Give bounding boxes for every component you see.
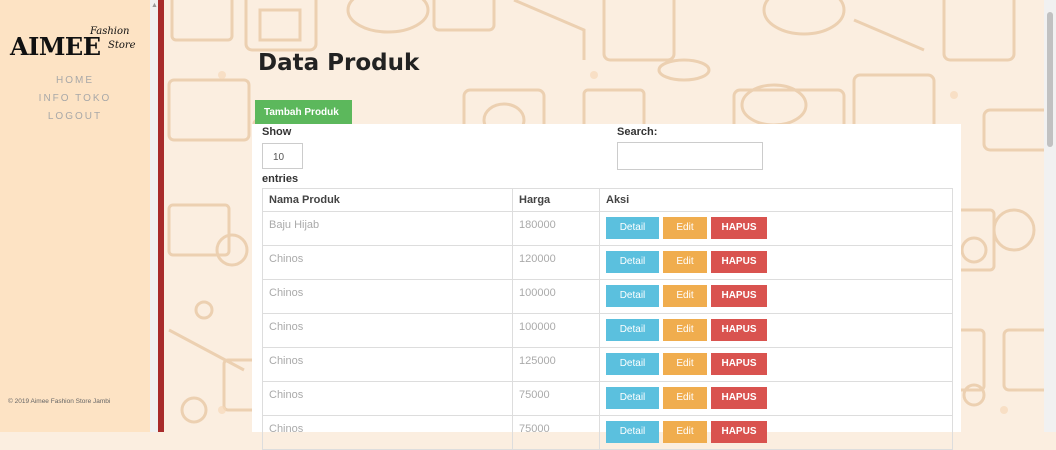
sidebar-footer: © 2019 Aimee Fashion Store Jambi xyxy=(8,398,111,405)
logo-sub-text-2: Store xyxy=(108,40,136,51)
edit-button[interactable]: Edit xyxy=(663,353,707,375)
nav-item-info-toko[interactable]: INFO TOKO xyxy=(0,90,150,108)
entries-label: entries xyxy=(262,173,299,185)
detail-button[interactable]: Detail xyxy=(606,319,659,341)
product-price-cell: 100000 xyxy=(512,313,600,348)
product-name-cell: Chinos xyxy=(262,313,513,348)
search-label: Search: xyxy=(617,126,658,138)
table-row: Chinos 100000 Detail Edit HAPUS xyxy=(262,279,953,314)
detail-button[interactable]: Detail xyxy=(606,217,659,239)
delete-button[interactable]: HAPUS xyxy=(711,387,767,409)
edit-button[interactable]: Edit xyxy=(663,319,707,341)
edit-button[interactable]: Edit xyxy=(663,387,707,409)
product-price-cell: 100000 xyxy=(512,279,600,314)
edit-button[interactable]: Edit xyxy=(663,217,707,239)
product-price-cell: 125000 xyxy=(512,347,600,382)
actions-cell: Detail Edit HAPUS xyxy=(599,211,953,246)
edit-button[interactable]: Edit xyxy=(663,251,707,273)
delete-button[interactable]: HAPUS xyxy=(711,421,767,443)
table-body: Baju Hijab 180000 Detail Edit HAPUS Chinos 120… xyxy=(262,211,953,450)
actions-cell: Detail Edit HAPUS xyxy=(599,347,953,382)
product-price-cell: 75000 xyxy=(512,415,600,450)
search-input[interactable] xyxy=(617,142,763,170)
delete-button[interactable]: HAPUS xyxy=(711,251,767,273)
table-row: Chinos 125000 Detail Edit HAPUS xyxy=(262,347,953,382)
table-row: Chinos 100000 Detail Edit HAPUS xyxy=(262,313,953,348)
column-header-aksi[interactable]: Aksi xyxy=(599,188,953,212)
sidebar-divider xyxy=(158,0,164,432)
page-title: Data Produk xyxy=(258,50,420,76)
entries-select[interactable]: 10 xyxy=(262,143,303,169)
table-header-row: Nama Produk Harga Aksi xyxy=(262,188,953,212)
product-price-cell: 180000 xyxy=(512,211,600,246)
add-product-button[interactable]: Tambah Produk xyxy=(255,100,352,124)
page-scrollbar[interactable] xyxy=(1044,0,1056,432)
logo-main-text: AIMEE xyxy=(10,32,101,61)
column-header-nama-produk[interactable]: Nama Produk xyxy=(262,188,513,212)
table-row: Baju Hijab 180000 Detail Edit HAPUS xyxy=(262,211,953,246)
nav-item-logout[interactable]: LOGOUT xyxy=(0,108,150,126)
product-name-cell: Chinos xyxy=(262,347,513,382)
actions-cell: Detail Edit HAPUS xyxy=(599,245,953,280)
detail-button[interactable]: Detail xyxy=(606,421,659,443)
edit-button[interactable]: Edit xyxy=(663,285,707,307)
product-name-cell: Chinos xyxy=(262,415,513,450)
column-header-harga[interactable]: Harga xyxy=(512,188,600,212)
product-name-cell: Chinos xyxy=(262,279,513,314)
product-name-cell: Chinos xyxy=(262,381,513,416)
table-row: Chinos 75000 Detail Edit HAPUS xyxy=(262,415,953,450)
actions-cell: Detail Edit HAPUS xyxy=(599,415,953,450)
table-row: Chinos 75000 Detail Edit HAPUS xyxy=(262,381,953,416)
product-price-cell: 120000 xyxy=(512,245,600,280)
logo-sub-text-1: Fashion xyxy=(90,26,130,37)
sidebar-scrollbar[interactable]: ▲ xyxy=(150,0,158,432)
nav-item-home[interactable]: HOME xyxy=(0,72,150,90)
delete-button[interactable]: HAPUS xyxy=(711,217,767,239)
show-label: Show xyxy=(262,126,292,138)
edit-button[interactable]: Edit xyxy=(663,421,707,443)
delete-button[interactable]: HAPUS xyxy=(711,319,767,341)
product-price-cell: 75000 xyxy=(512,381,600,416)
detail-button[interactable]: Detail xyxy=(606,251,659,273)
product-table: Nama Produk Harga Aksi Baju Hijab 180000 D… xyxy=(262,188,953,450)
product-name-cell: Baju Hijab xyxy=(262,211,513,246)
delete-button[interactable]: HAPUS xyxy=(711,353,767,375)
sidebar: AIMEE Fashion Store HOME INFO TOKO LOGOU… xyxy=(0,0,158,432)
actions-cell: Detail Edit HAPUS xyxy=(599,381,953,416)
detail-button[interactable]: Detail xyxy=(606,353,659,375)
logo: AIMEE Fashion Store xyxy=(10,26,140,62)
sidebar-nav: HOME INFO TOKO LOGOUT xyxy=(0,72,150,126)
detail-button[interactable]: Detail xyxy=(606,387,659,409)
table-row: Chinos 120000 Detail Edit HAPUS xyxy=(262,245,953,280)
actions-cell: Detail Edit HAPUS xyxy=(599,313,953,348)
actions-cell: Detail Edit HAPUS xyxy=(599,279,953,314)
delete-button[interactable]: HAPUS xyxy=(711,285,767,307)
scroll-up-arrow-icon[interactable]: ▲ xyxy=(151,2,158,9)
product-name-cell: Chinos xyxy=(262,245,513,280)
scrollbar-thumb[interactable] xyxy=(1047,12,1053,147)
datatable-panel: Show 10 entries Search: Nama Produk Harg… xyxy=(252,124,961,450)
detail-button[interactable]: Detail xyxy=(606,285,659,307)
